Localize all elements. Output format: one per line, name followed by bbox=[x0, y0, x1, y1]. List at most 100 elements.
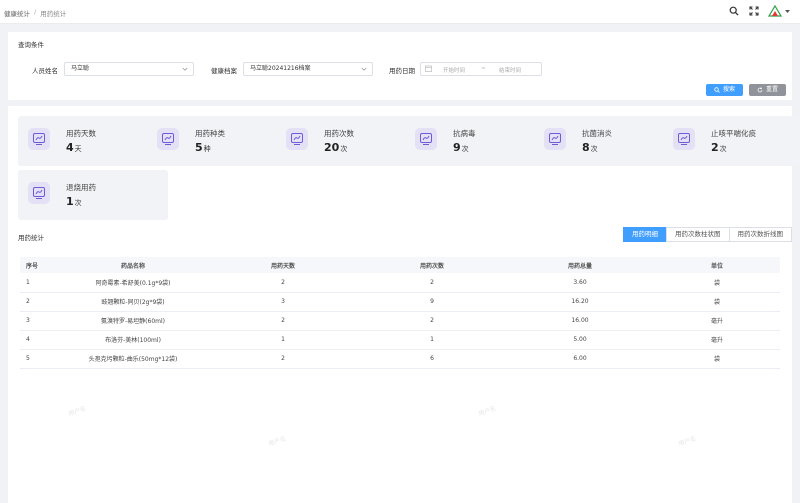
start-date-input[interactable]: 开始时间 bbox=[443, 66, 465, 74]
end-date-input[interactable]: 结束时间 bbox=[499, 66, 521, 74]
chart-icon bbox=[286, 128, 308, 150]
table-cell: 5.00 bbox=[573, 336, 587, 343]
breadcrumb: 健康统计 / 用药统计 bbox=[4, 8, 66, 18]
chart-icon bbox=[157, 128, 179, 150]
health-record-value: 马立聪20241216档案 bbox=[250, 65, 311, 72]
view-tabs: 用药明细 用药次数柱状图 用药次数折线图 bbox=[623, 227, 792, 242]
stat-value: 4天 bbox=[66, 141, 82, 154]
table-cell: 16.00 bbox=[571, 317, 589, 324]
chart-icon bbox=[544, 128, 566, 150]
person-name-select[interactable]: 马立聪 bbox=[64, 62, 194, 76]
calendar-icon bbox=[425, 65, 432, 74]
table-cell: 1 bbox=[430, 336, 434, 343]
stat-number: 4 bbox=[66, 141, 74, 154]
table-cell: 豉翘颗粒-同贝(2g*9袋) bbox=[101, 299, 165, 306]
table-cell: 2 bbox=[430, 278, 434, 286]
stat-number: 9 bbox=[453, 141, 461, 154]
stat-card: 用药种类 5种 bbox=[147, 116, 297, 166]
stat-unit: 种 bbox=[203, 145, 211, 153]
stat-unit: 次 bbox=[590, 145, 598, 153]
person-name-label: 人员姓名 bbox=[32, 67, 58, 75]
stat-label: 抗菌消炎 bbox=[582, 129, 612, 138]
table-cell: 1 bbox=[281, 336, 285, 343]
stat-label: 用药种类 bbox=[195, 129, 225, 138]
date-separator: ~ bbox=[481, 66, 486, 72]
table-cell: 5 bbox=[26, 355, 30, 362]
search-panel-title: 查询条件 bbox=[18, 41, 44, 49]
table-cell: 氨溴特罗-易坦静(60ml) bbox=[101, 318, 165, 325]
medication-table: 序号 药品名称 用药天数 用药次数 用药总量 单位 1 阿奇霉素-希舒美(0.1g… bbox=[20, 257, 780, 369]
chevron-down-icon bbox=[182, 67, 188, 71]
table-cell: 4 bbox=[26, 336, 30, 343]
stat-card: 用药天数 4天 bbox=[18, 116, 168, 166]
avatar[interactable] bbox=[768, 5, 790, 17]
column-header: 用药总量 bbox=[567, 262, 592, 270]
table-cell: 3 bbox=[281, 298, 285, 305]
breadcrumb-separator: / bbox=[34, 8, 37, 16]
stat-value: 20次 bbox=[324, 141, 347, 154]
tab-bar-chart[interactable]: 用药次数柱状图 bbox=[666, 227, 730, 242]
person-name-value: 马立聪 bbox=[71, 65, 90, 72]
stat-number: 2 bbox=[711, 141, 719, 154]
search-icon[interactable] bbox=[728, 5, 740, 17]
chart-icon bbox=[415, 128, 437, 150]
watermark: 用户名 bbox=[477, 405, 498, 418]
stat-card: 抗病毒 9次 bbox=[405, 116, 555, 166]
table-cell: 9 bbox=[430, 298, 434, 305]
breadcrumb-current: 用药统计 bbox=[40, 10, 67, 18]
tab-line-chart[interactable]: 用药次数折线图 bbox=[728, 227, 792, 242]
watermark: 用户名 bbox=[267, 435, 288, 448]
stat-unit: 次 bbox=[74, 199, 82, 207]
tab-medication-detail[interactable]: 用药明细 bbox=[623, 227, 667, 242]
column-header: 药品名称 bbox=[120, 262, 145, 270]
top-bar: 健康统计 / 用药统计 bbox=[0, 0, 800, 24]
stat-label: 用药次数 bbox=[324, 129, 354, 138]
table-cell: 袋 bbox=[713, 279, 720, 287]
health-record-select[interactable]: 马立聪20241216档案 bbox=[243, 62, 373, 76]
stat-value: 5种 bbox=[195, 141, 211, 154]
table-cell: 毫升 bbox=[710, 337, 723, 344]
table-cell: 2 bbox=[430, 317, 434, 324]
chart-icon bbox=[28, 128, 50, 150]
chevron-down-icon bbox=[361, 67, 367, 71]
table-cell: 6 bbox=[430, 355, 434, 362]
table-cell: 2 bbox=[281, 278, 285, 286]
top-icons bbox=[728, 5, 790, 17]
stat-label: 退烧用药 bbox=[66, 183, 96, 192]
fullscreen-icon[interactable] bbox=[748, 5, 760, 17]
date-range-picker[interactable]: 开始时间 ~ 结束时间 bbox=[420, 62, 542, 76]
watermark: 用户名 bbox=[67, 405, 88, 418]
table-cell: 2 bbox=[26, 298, 30, 305]
reset-button[interactable]: 重置 bbox=[749, 84, 786, 96]
column-header: 单位 bbox=[710, 262, 723, 270]
search-button-label: 搜索 bbox=[722, 86, 735, 93]
stat-label: 抗病毒 bbox=[453, 129, 476, 138]
table-cell: 阿奇霉素-希舒美(0.1g*9袋) bbox=[95, 279, 171, 287]
stat-value: 1次 bbox=[66, 195, 82, 208]
table-header: 序号 药品名称 用药天数 用药次数 用药总量 单位 bbox=[20, 257, 780, 273]
watermark: 用户名 bbox=[677, 435, 698, 448]
refresh-icon bbox=[757, 87, 763, 93]
column-header: 序号 bbox=[26, 262, 39, 270]
table-cell: 毫升 bbox=[710, 318, 723, 325]
stat-label: 止咳平喘化痰 bbox=[711, 129, 756, 138]
stat-card: 退烧用药 1次 bbox=[18, 170, 168, 220]
section-title: 用药统计 bbox=[18, 234, 44, 242]
main-panel: 用药天数 4天 用药种类 5种 用药次数 20次 抗病毒 9次 抗菌消炎 8次 止咳平喘化痰 2次 退烧… bbox=[8, 106, 800, 503]
chart-icon bbox=[673, 128, 695, 150]
stat-number: 1 bbox=[66, 195, 74, 208]
breadcrumb-parent[interactable]: 健康统计 bbox=[4, 8, 30, 18]
table-cell: 袋 bbox=[713, 299, 720, 306]
table-row: 4 布洛芬-美林(100ml) 1 1 5.00 毫升 bbox=[20, 330, 780, 349]
table-row: 3 氨溴特罗-易坦静(60ml) 2 2 16.00 毫升 bbox=[20, 311, 780, 330]
search-button[interactable]: 搜索 bbox=[706, 84, 743, 96]
table-cell: 2 bbox=[281, 317, 285, 324]
table-cell: 2 bbox=[281, 355, 285, 362]
reset-button-label: 重置 bbox=[765, 86, 778, 93]
stat-card: 抗菌消炎 8次 bbox=[534, 116, 684, 166]
stat-unit: 次 bbox=[461, 145, 469, 153]
stat-unit: 次 bbox=[340, 145, 348, 153]
table-cell: 3.60 bbox=[573, 278, 587, 286]
table-row: 2 豉翘颗粒-同贝(2g*9袋) 3 9 16.20 袋 bbox=[20, 292, 780, 311]
stat-unit: 天 bbox=[74, 145, 82, 153]
